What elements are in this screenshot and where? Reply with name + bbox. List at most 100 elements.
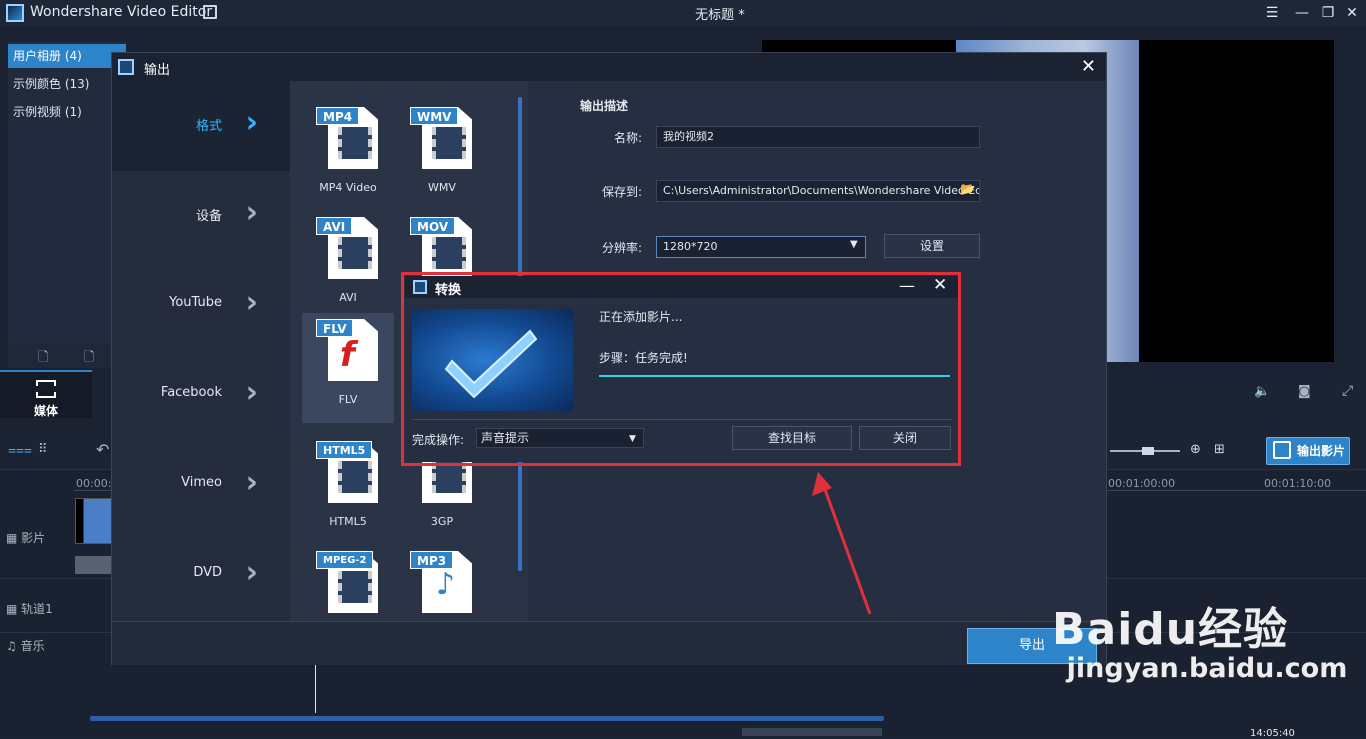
format-html5[interactable]: HTML5 HTML5 [302, 435, 394, 545]
sidebar-item-sample-videos[interactable]: 示例视频 (1) [8, 100, 126, 124]
zoom-in-icon[interactable]: ⊕ [1190, 442, 1201, 457]
remove-folder-icon[interactable]: 🗋 [84, 348, 94, 370]
format-tag: MPEG-2 [316, 551, 374, 569]
grid-view-icon[interactable]: ⠿ [38, 442, 48, 457]
resolution-value: 1280*720 [663, 240, 718, 253]
chevron-right-icon: › [245, 105, 258, 140]
music-note-icon: ♪ [436, 567, 456, 602]
nav-device[interactable]: 设备 › [112, 171, 290, 261]
format-name: 3GP [430, 515, 454, 528]
timeline-scrollbar[interactable] [90, 716, 884, 721]
format-name: AVI [339, 291, 357, 304]
close-button[interactable]: 关闭 [859, 426, 951, 450]
fullscreen-icon[interactable]: ⤢ [1342, 383, 1353, 399]
format-tag: MOV [410, 217, 456, 235]
save-icon[interactable] [203, 5, 217, 19]
film-icon [36, 380, 56, 398]
playhead[interactable] [315, 665, 316, 713]
nav-dvd-label: DVD [193, 565, 222, 580]
convert-close-icon[interactable]: ✕ [933, 275, 947, 295]
nav-facebook[interactable]: Facebook › [112, 351, 290, 441]
convert-dialog-title: 转换 [435, 283, 462, 298]
save-to-label: 保存到: [602, 185, 643, 199]
film-icon [338, 237, 372, 269]
baidu-watermark: Baidu经验 jingyan.baidu.com [1052, 583, 1362, 703]
output-icon [118, 59, 134, 75]
media-tab[interactable]: 媒体 [0, 370, 92, 418]
complete-image [412, 309, 573, 411]
convert-icon [413, 280, 427, 294]
format-tag: FLV [316, 319, 354, 337]
name-field[interactable]: 我的视频2 [656, 126, 980, 148]
complete-action-label: 完成操作: [412, 433, 465, 447]
settings-button[interactable]: 设置 [884, 234, 980, 258]
clip-audio[interactable] [75, 556, 115, 574]
save-path-field[interactable]: C:\Users\Administrator\Documents\Wonders… [656, 180, 980, 202]
format-tag: MP3 [410, 551, 454, 569]
media-tab-label: 媒体 [33, 404, 58, 418]
watermark-url: jingyan.baidu.com [1066, 653, 1348, 684]
film-icon [338, 571, 372, 603]
find-target-button[interactable]: 查找目标 [732, 426, 852, 450]
film-icon [432, 127, 466, 159]
film-icon [338, 461, 372, 493]
nav-dvd[interactable]: DVD › [112, 531, 290, 621]
format-tag: HTML5 [316, 441, 373, 459]
save-path-value: C:\Users\Administrator\Documents\Wonders… [663, 184, 980, 197]
resolution-select[interactable]: 1280*720 [656, 236, 866, 258]
title-bar: Wondershare Video Editor 无标题 * ☰ — ❐ ✕ [0, 0, 1366, 26]
folder-open-icon[interactable]: 📂 [960, 182, 975, 196]
format-name: MP4 Video [319, 181, 377, 194]
close-icon[interactable]: ✕ [1342, 3, 1362, 23]
storyboard-icon[interactable]: ⩶ [8, 442, 32, 458]
nav-youtube[interactable]: YouTube › [112, 261, 290, 351]
quicktime-icon [432, 237, 466, 269]
chevron-right-icon: › [245, 285, 258, 320]
track-overlay-label: 轨道1 [21, 602, 53, 616]
step-text: 步骤：任务完成! [599, 351, 688, 365]
sidebar-item-sample-colors[interactable]: 示例颜色 (13) [8, 72, 126, 96]
ruler-tick-1: 00:01:00:00 [1108, 477, 1176, 490]
format-mp4[interactable]: MP4 MP4 Video [302, 101, 394, 211]
app-title: Wondershare Video Editor [30, 4, 213, 20]
restore-icon[interactable]: ❐ [1318, 3, 1338, 23]
minimize-icon[interactable]: — [899, 276, 915, 295]
track-video: ▦ 影片 [6, 531, 46, 545]
format-name: HTML5 [329, 515, 367, 528]
volume-icon[interactable]: 🔈 [1254, 384, 1270, 399]
zoom-slider-thumb[interactable] [1142, 447, 1154, 455]
timeline-hscroll[interactable] [742, 728, 882, 736]
nav-vimeo[interactable]: Vimeo › [112, 441, 290, 531]
format-wmv[interactable]: WMV WMV [396, 101, 488, 211]
output-desc-title: 输出描述 [580, 99, 629, 113]
output-close-icon[interactable]: ✕ [1081, 56, 1096, 77]
undo-icon[interactable]: ↶ [96, 440, 109, 459]
convert-dialog-header: 转换 — ✕ [405, 275, 958, 298]
sidebar-item-user-album[interactable]: 用户相册 (4) [8, 44, 126, 68]
format-avi[interactable]: AVI AVI [302, 211, 394, 321]
track-overlay: ▦ 轨道1 [6, 602, 53, 616]
format-flv[interactable]: f FLV FLV [302, 313, 394, 423]
fit-icon[interactable]: ⊞ [1214, 442, 1225, 457]
export-movie-label: 输出影片 [1297, 444, 1346, 458]
nav-vimeo-label: Vimeo [181, 475, 222, 490]
video-clip[interactable] [75, 498, 115, 544]
resolution-label: 分辨率: [602, 241, 643, 255]
nav-format[interactable]: 格式 › [112, 81, 290, 171]
export-movie-button[interactable]: 输出影片 [1266, 437, 1350, 465]
snapshot-icon[interactable]: ◙ [1298, 384, 1311, 399]
complete-action-select[interactable]: 声音提示 ▼ [476, 428, 644, 448]
status-text: 正在添加影片... [599, 310, 683, 324]
ruler-tick-2: 00:01:10:00 [1264, 477, 1332, 490]
menu-icon[interactable]: ☰ [1262, 3, 1282, 23]
track-music-label: 音乐 [20, 639, 45, 653]
preview-controls: 🔈 ◙ ⤢ [1106, 372, 1366, 414]
nav-youtube-label: YouTube [169, 295, 222, 310]
convert-dialog: 转换 — ✕ 正在添加影片... 步骤：任务完成! 完成操作: 声音提示 ▼ 查找… [405, 275, 958, 462]
film-icon [338, 127, 372, 159]
minimize-icon[interactable]: — [1292, 3, 1312, 23]
time-readout: 14:05:40 [1250, 728, 1295, 739]
nav-device-label: 设备 [195, 209, 222, 224]
chevron-down-icon: ▼ [629, 434, 636, 444]
add-folder-icon[interactable]: 🗋 [38, 348, 48, 370]
